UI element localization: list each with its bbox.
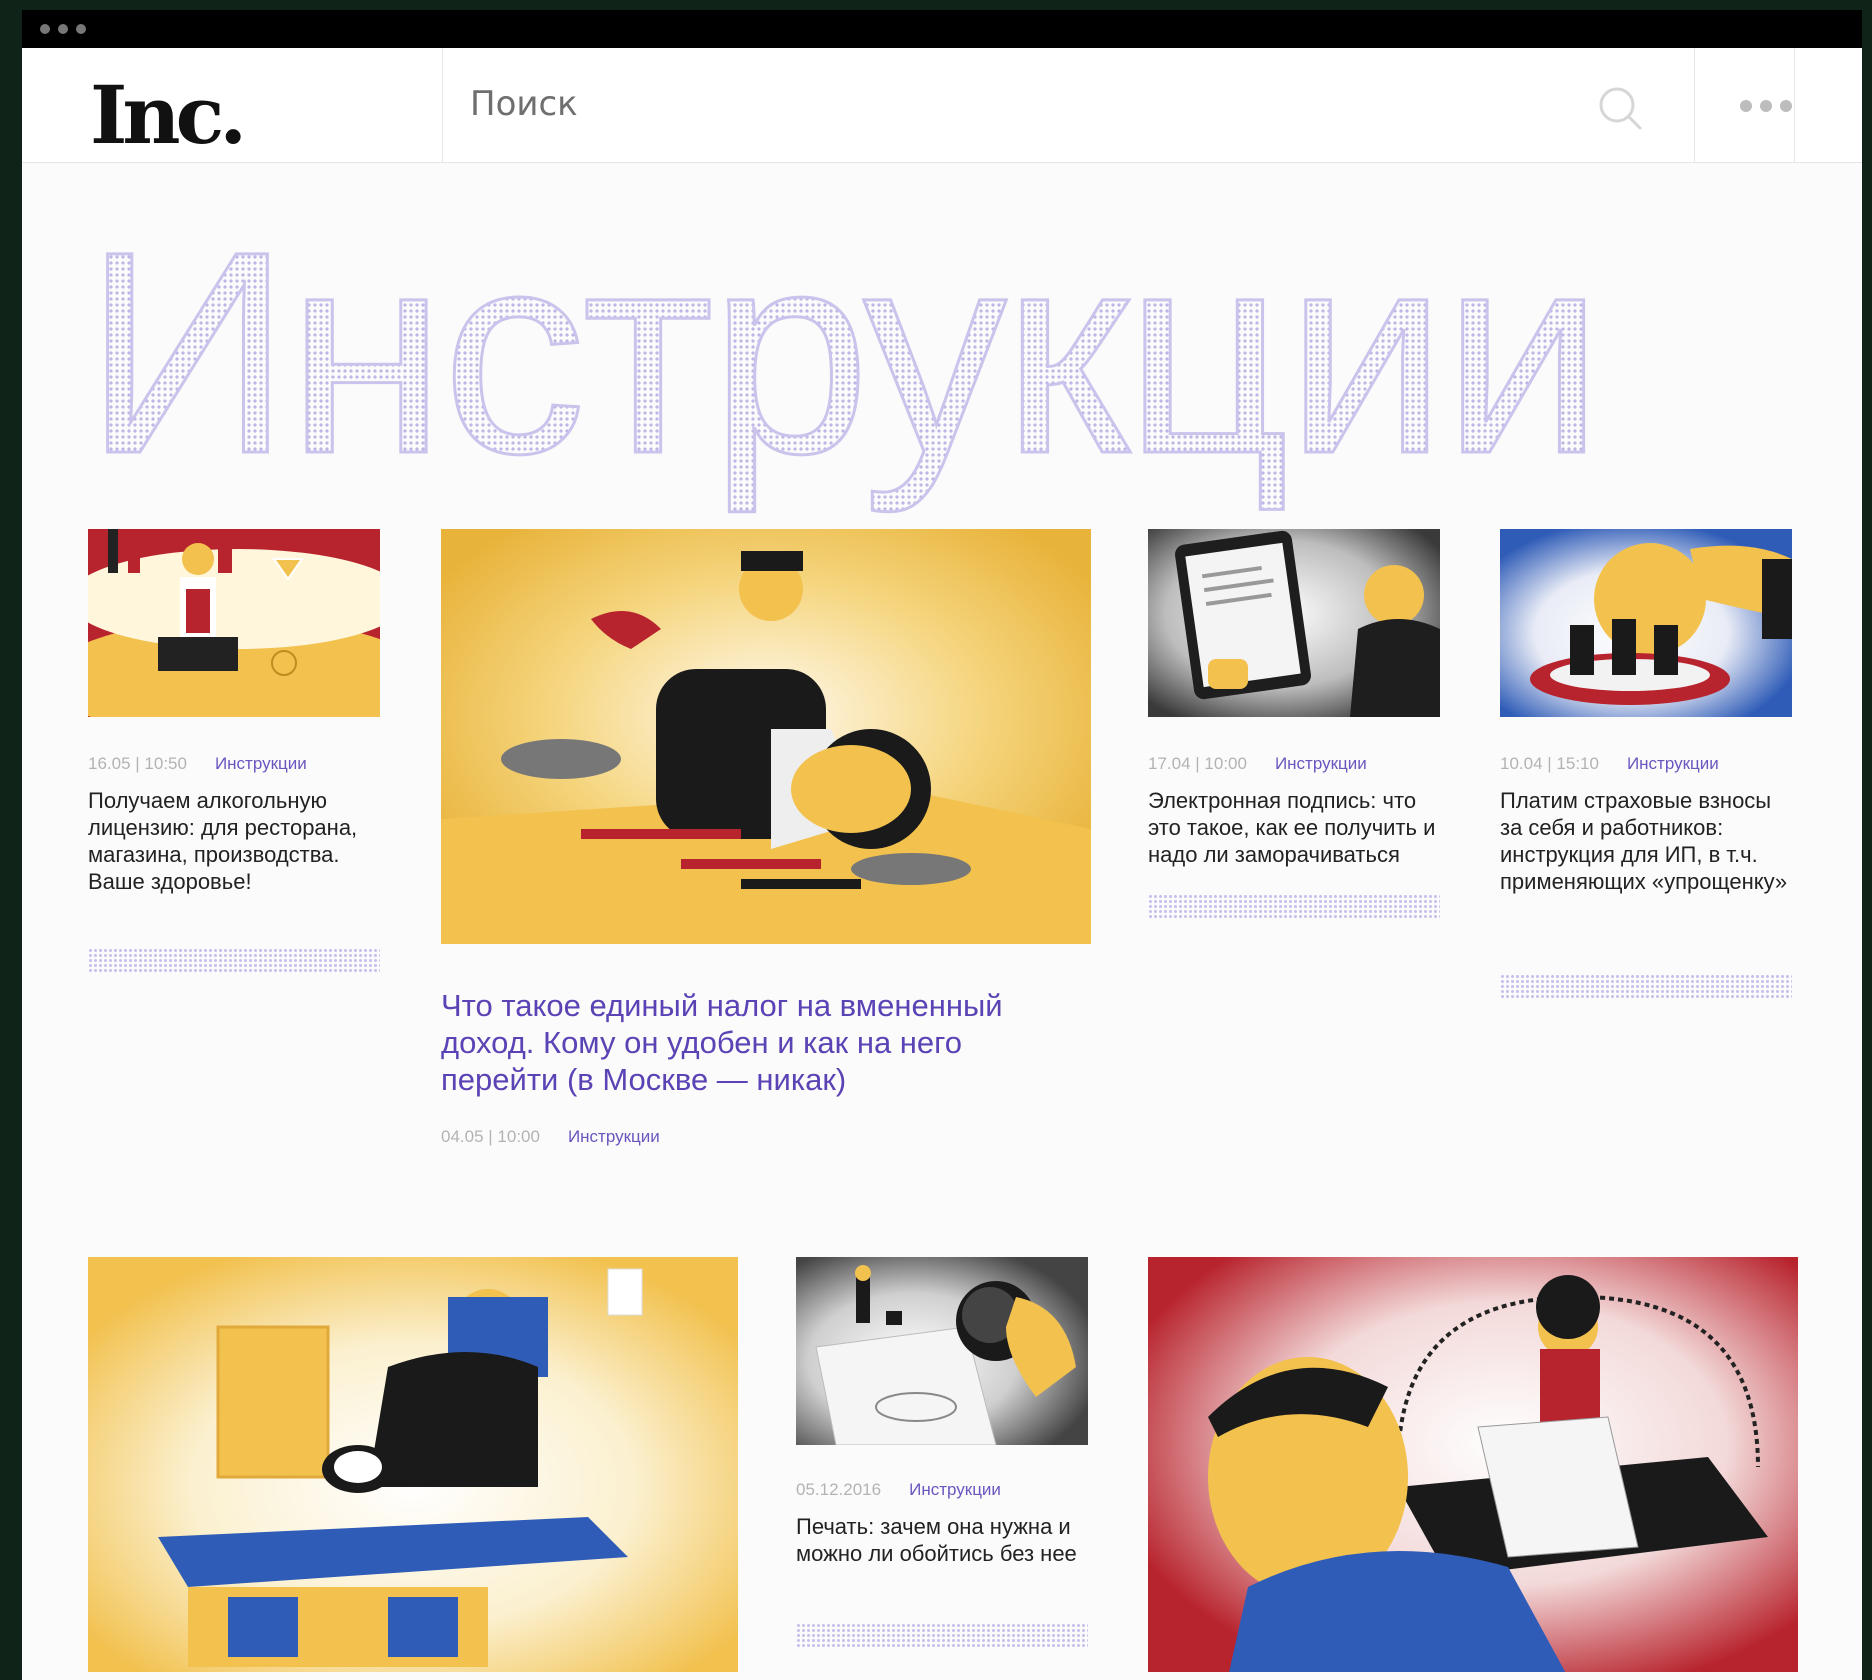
- article-illustration-insurance[interactable]: [1500, 529, 1792, 717]
- article-title[interactable]: Платим страховые взносы за себя и работн…: [1500, 787, 1792, 895]
- article-card[interactable]: 16.05 | 10:50 Инструкции Получаем алкогол…: [88, 529, 380, 979]
- more-dot: [1740, 100, 1752, 112]
- article-category-link[interactable]: Инструкции: [909, 1480, 1001, 1499]
- section-title: Инструкции: [83, 191, 1606, 516]
- article-card[interactable]: 05.12.2016 Инструкции Печать: зачем она н…: [796, 1257, 1088, 1667]
- search-icon[interactable]: [1598, 86, 1644, 132]
- header-divider: [1694, 48, 1695, 162]
- article-date: 04.05 | 10:00: [441, 1127, 540, 1146]
- article-illustration-contract[interactable]: [1148, 1257, 1798, 1672]
- article-divider: [1148, 894, 1440, 920]
- article-meta: 05.12.2016 Инструкции: [796, 1480, 1001, 1500]
- article-date: 10.04 | 15:10: [1500, 754, 1599, 773]
- window-control-dot[interactable]: [58, 24, 68, 34]
- article-illustration-shoemaker[interactable]: [441, 529, 1091, 944]
- article-meta: 16.05 | 10:50 Инструкции: [88, 754, 307, 774]
- article-illustration-cafe[interactable]: [88, 1257, 738, 1672]
- site-header: Inc.: [22, 48, 1862, 163]
- browser-window: Inc. Инструкции Инструкции: [22, 10, 1862, 1680]
- search-input[interactable]: [468, 78, 1572, 130]
- article-title[interactable]: Печать: зачем она нужна и можно ли обойт…: [796, 1513, 1086, 1567]
- more-dot: [1780, 100, 1792, 112]
- article-divider: [796, 1623, 1088, 1649]
- header-divider: [442, 48, 443, 162]
- featured-article-card[interactable]: Что такое единый налог на вмененный дохо…: [441, 529, 1091, 1149]
- article-card[interactable]: [1148, 1257, 1798, 1672]
- article-divider: [88, 948, 380, 974]
- article-date: 17.04 | 10:00: [1148, 754, 1247, 773]
- more-dot: [1760, 100, 1772, 112]
- article-meta: 17.04 | 10:00 Инструкции: [1148, 754, 1367, 774]
- article-meta: 04.05 | 10:00 Инструкции: [441, 1127, 660, 1147]
- article-category-link[interactable]: Инструкции: [568, 1127, 660, 1146]
- article-category-link[interactable]: Инструкции: [1627, 754, 1719, 773]
- article-category-link[interactable]: Инструкции: [215, 754, 307, 773]
- article-date: 16.05 | 10:50: [88, 754, 187, 773]
- article-meta: 10.04 | 15:10 Инструкции: [1500, 754, 1719, 774]
- article-card[interactable]: 17.04 | 10:00 Инструкции Электронная подп…: [1148, 529, 1440, 949]
- inc-logo[interactable]: Inc.: [90, 68, 247, 162]
- article-card[interactable]: [88, 1257, 738, 1672]
- window-control-dot[interactable]: [40, 24, 50, 34]
- window-titlebar: [22, 10, 1862, 48]
- article-illustration-stamp[interactable]: [796, 1257, 1088, 1445]
- article-card[interactable]: 10.04 | 15:10 Инструкции Платим страховые…: [1500, 529, 1792, 1009]
- header-divider: [1794, 48, 1795, 162]
- featured-article-title[interactable]: Что такое единый налог на вмененный дохо…: [441, 987, 1081, 1098]
- article-category-link[interactable]: Инструкции: [1275, 754, 1367, 773]
- window-control-dot[interactable]: [76, 24, 86, 34]
- article-divider: [1500, 974, 1792, 1000]
- more-menu-button[interactable]: [1716, 48, 1816, 162]
- article-title[interactable]: Получаем алкогольную лицензию: для ресто…: [88, 787, 378, 895]
- article-date: 05.12.2016: [796, 1480, 882, 1499]
- article-title[interactable]: Электронная подпись: что это такое, как …: [1148, 787, 1438, 868]
- article-illustration-bartender[interactable]: [88, 529, 380, 717]
- article-illustration-signature[interactable]: [1148, 529, 1440, 717]
